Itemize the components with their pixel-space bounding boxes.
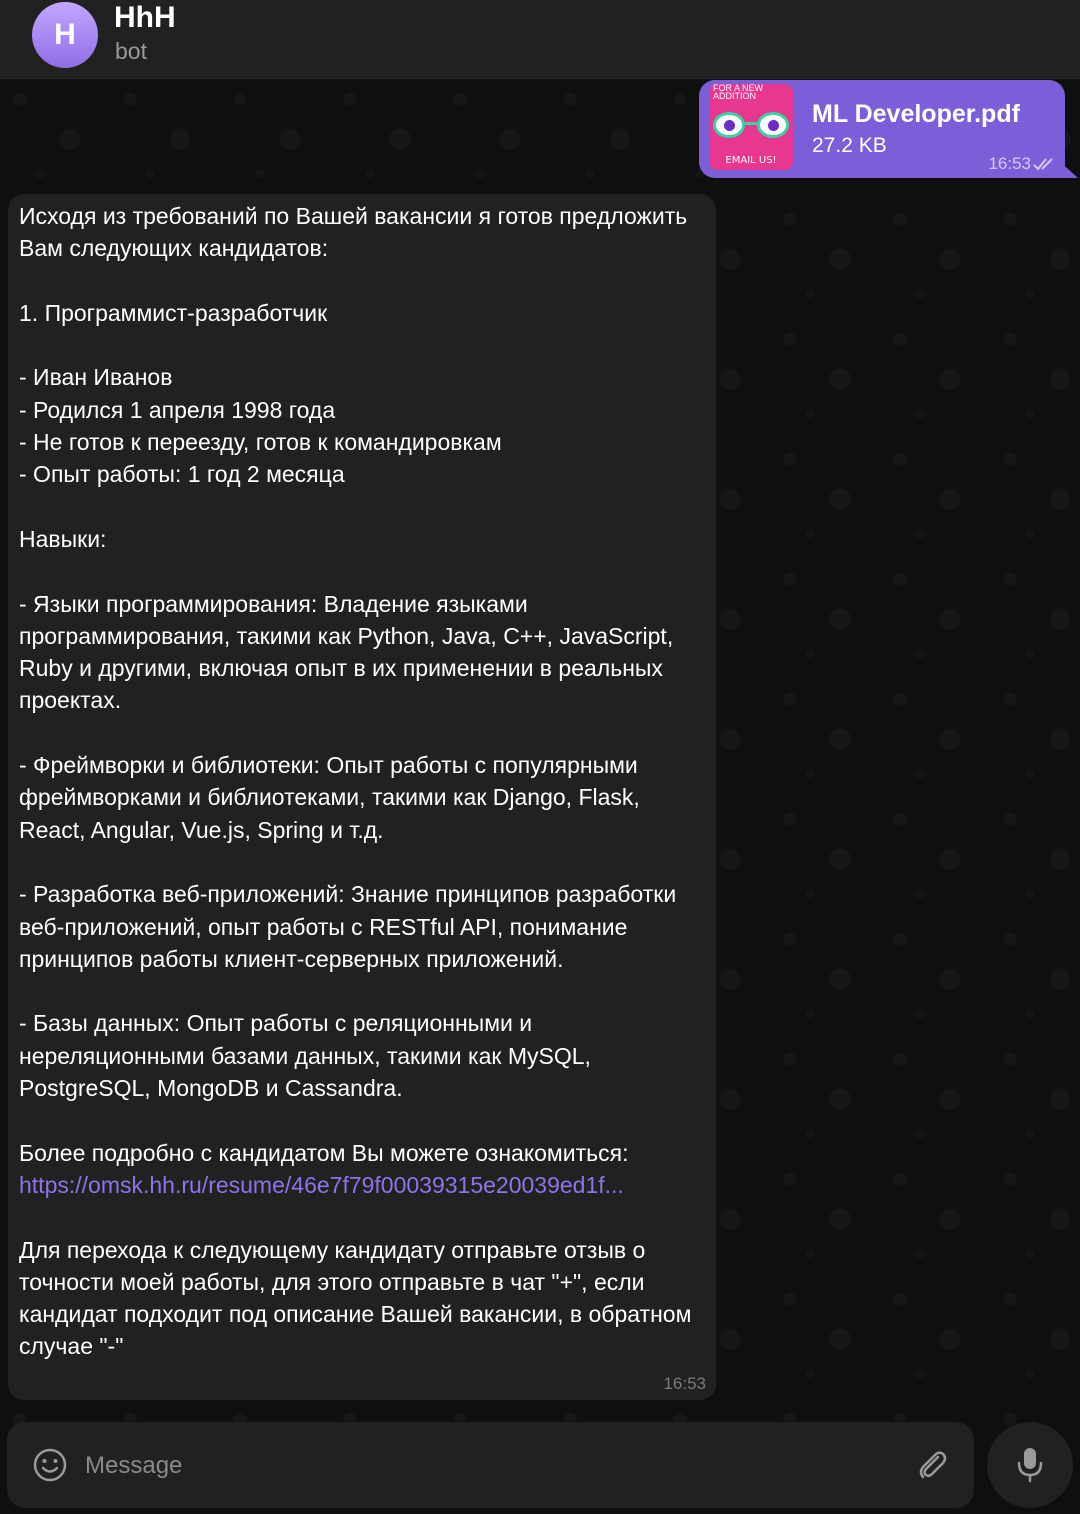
chat-title[interactable]: HhH	[114, 1, 176, 35]
chat-status: bot	[115, 38, 147, 64]
resume-link[interactable]: https://omsk.hh.ru/resume/46e7f79f000393…	[19, 1172, 624, 1198]
microphone-icon	[1017, 1448, 1043, 1483]
smile-icon[interactable]	[32, 1447, 68, 1483]
file-thumbnail[interactable]: FOR A NEW ADDITION EMAIL US!	[709, 84, 793, 170]
thumbnail-bottom-text: EMAIL US!	[725, 155, 777, 166]
double-check-icon	[1033, 158, 1053, 171]
message-body-end: Для перехода к следующему кандидату отпр…	[19, 1236, 692, 1360]
telegram-chat-window: H HhH bot FOR A NEW ADDITION EMAIL US! M…	[0, 0, 1080, 1514]
glasses-left-lens	[713, 112, 745, 138]
message-body: Исходя из требований по Вашей вакансии я…	[19, 203, 688, 1166]
message-composer	[7, 1422, 974, 1508]
incoming-text-message[interactable]: Исходя из требований по Вашей вакансии я…	[8, 194, 716, 1400]
glasses-bridge	[745, 122, 757, 125]
message-input[interactable]	[85, 1446, 885, 1486]
outgoing-file-message[interactable]: FOR A NEW ADDITION EMAIL US! ML Develope…	[699, 80, 1065, 178]
avatar[interactable]: H	[32, 2, 98, 68]
message-time: 16:53	[988, 154, 1031, 173]
glasses-right-lens	[757, 112, 789, 138]
chat-header[interactable]: H HhH bot	[0, 0, 1080, 79]
message-text: Исходя из требований по Вашей вакансии я…	[19, 200, 709, 1363]
file-size: 27.2 KB	[812, 134, 887, 157]
thumbnail-top-text: FOR A NEW ADDITION	[713, 84, 764, 101]
voice-record-button[interactable]	[987, 1422, 1073, 1508]
message-time: 16:53	[663, 1374, 706, 1393]
paperclip-icon[interactable]	[915, 1448, 949, 1482]
file-name[interactable]: ML Developer.pdf	[812, 100, 1020, 129]
